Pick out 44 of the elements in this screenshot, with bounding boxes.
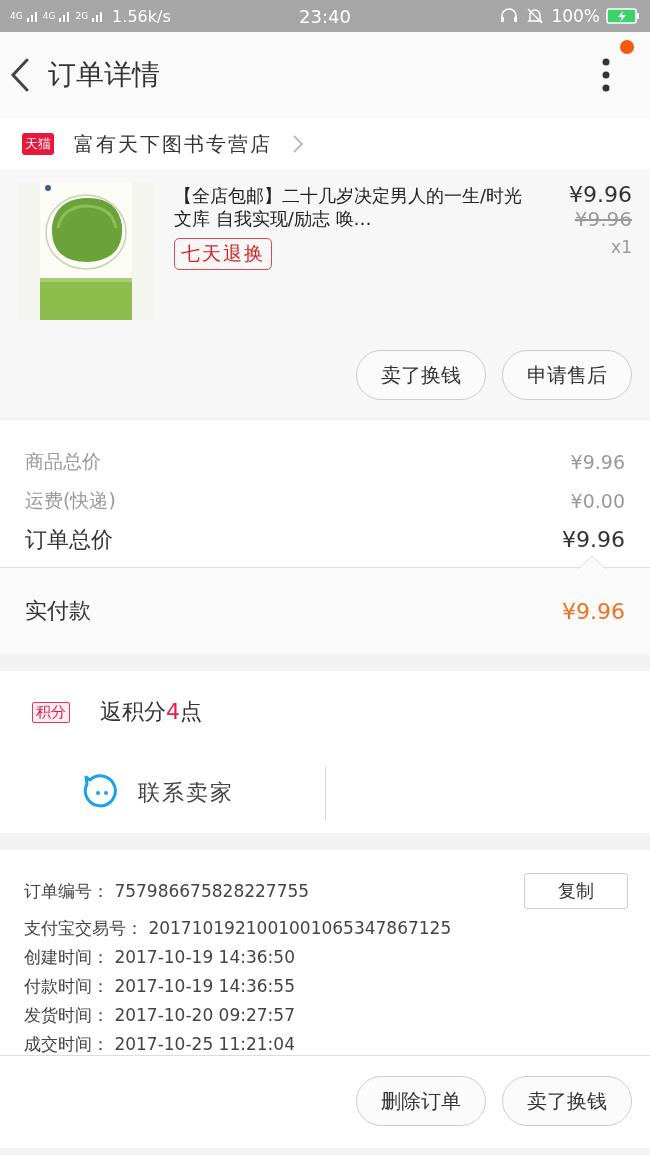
- order-info-text: 付款时间： 2017-10-19 14:36:55: [24, 975, 295, 998]
- order-info-text: 成交时间： 2017-10-25 11:21:04: [24, 1033, 295, 1056]
- page-title: 订单详情: [48, 57, 161, 93]
- chevron-right-icon: [292, 134, 304, 154]
- price: ¥9.96: [569, 182, 632, 207]
- action-button[interactable]: 卖了换钱: [502, 1076, 632, 1126]
- action-button[interactable]: 申请售后: [502, 350, 632, 400]
- points-badge: 积分: [32, 701, 70, 723]
- network-label: 4G: [10, 11, 23, 21]
- order-info-text: 创建时间： 2017-10-19 14:36:50: [24, 946, 295, 969]
- network-label: 4G: [42, 11, 56, 21]
- clock: 23:40: [299, 5, 351, 27]
- product-title: 【全店包邮】二十几岁决定男人的一生/时光文库 自我实现/励志 唤…: [174, 184, 524, 230]
- back-icon: [10, 58, 30, 92]
- store-link[interactable]: 天猫 富有天下图书专营店: [0, 118, 650, 170]
- order-info-text: 发货时间： 2017-10-20 09:27:57: [24, 1004, 295, 1027]
- more-icon: [602, 58, 610, 92]
- return-policy-tag: 七天退换: [174, 238, 272, 270]
- order-info-text: 支付宝交易号： 2017101921001001065347867125: [24, 917, 452, 940]
- more-button[interactable]: [602, 58, 610, 92]
- action-button[interactable]: 卖了换钱: [356, 350, 486, 400]
- summary-label: 运费(快递): [25, 487, 116, 513]
- action-button[interactable]: 删除订单: [356, 1076, 486, 1126]
- signal-icon: [25, 9, 40, 23]
- muted-bell-icon: [525, 6, 546, 26]
- summary-label: 商品总价: [25, 448, 101, 474]
- payment-label: 实付款: [25, 597, 91, 625]
- order-info-text: 订单编号： 757986675828227755: [24, 879, 310, 903]
- battery-percent: 100%: [551, 6, 600, 26]
- contact-seller-button[interactable]: 联系卖家: [82, 774, 312, 812]
- store-name: 富有天下图书专营店: [74, 130, 272, 158]
- back-button[interactable]: [10, 58, 30, 92]
- network-label: 2G: [75, 11, 89, 21]
- points-text: 返积分4点: [100, 698, 202, 726]
- summary-value: ¥0.00: [570, 489, 625, 512]
- summary-value: ¥9.96: [562, 527, 625, 552]
- quantity: x1: [611, 237, 632, 257]
- network-speed: 1.56k/s: [112, 6, 171, 26]
- payment-amount: ¥9.96: [562, 598, 625, 624]
- summary-label: 订单总价: [25, 525, 113, 554]
- copy-button[interactable]: 复制: [524, 873, 628, 909]
- summary-value: ¥9.96: [570, 450, 625, 473]
- original-price: ¥9.96: [574, 207, 632, 231]
- store-badge: 天猫: [22, 133, 54, 155]
